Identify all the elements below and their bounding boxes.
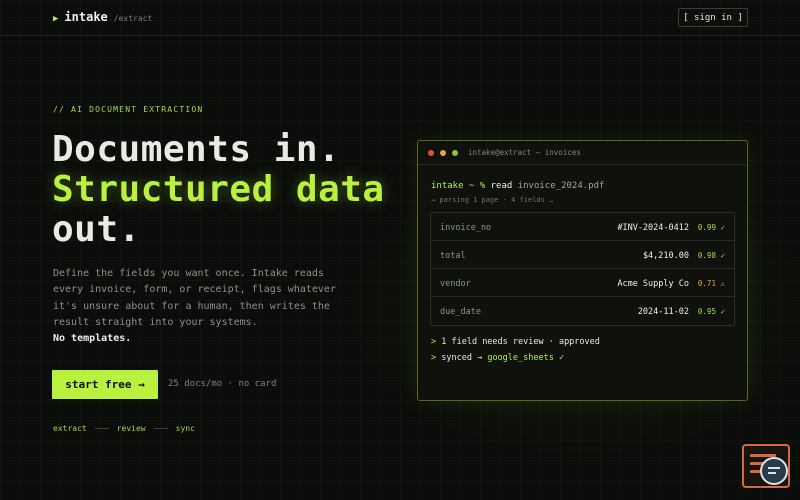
step-extract: extract (53, 424, 87, 433)
table-row: invoice_no #INV-2024-0412 0.99 ✓ (431, 213, 734, 241)
eyebrow-label: // AI DOCUMENT EXTRACTION (53, 105, 204, 114)
headline-line-2: Structured data (52, 169, 385, 210)
step-review: review (116, 424, 146, 433)
headline-line-1: Documents in. (52, 129, 341, 170)
badge-line (768, 472, 776, 474)
field-value: #INV-2024-0412 (617, 223, 689, 233)
start-free-button[interactable]: start free → (52, 370, 158, 399)
field-value: $4,210.00 (642, 251, 689, 261)
sign-in-button[interactable]: [ sign in ] (678, 8, 748, 27)
field-value: 2024-11-02 (637, 307, 689, 317)
step-divider (153, 428, 168, 429)
search-assistant-icon[interactable] (760, 457, 788, 485)
table-row: total $4,210.00 0.98 ✓ (431, 241, 734, 269)
minimize-dot-icon (440, 150, 446, 156)
log-line-review: > 1 field needs review · approved (431, 337, 600, 347)
terminal-prompt: intake ~ % (431, 181, 486, 191)
top-bar: ▶ intake /extract [ sign in ] (0, 0, 800, 36)
brand-subtitle: /extract (113, 14, 153, 23)
maximize-dot-icon (452, 150, 458, 156)
log-text: 1 field needs review · approved (441, 337, 600, 347)
brand[interactable]: ▶ intake /extract (53, 10, 152, 24)
log-caret-icon: > (431, 353, 437, 363)
step-sync: sync (175, 424, 195, 433)
parsing-status: → parsing 1 page · 4 fields … (431, 196, 554, 204)
terminal-window: intake@extract — invoices intake ~ % rea… (417, 140, 748, 401)
table-row: vendor Acme Supply Co 0.71 ⚠ (431, 269, 734, 297)
extracted-fields-table: invoice_no #INV-2024-0412 0.99 ✓ total $… (430, 212, 735, 326)
caret-icon: ▶ (53, 14, 59, 24)
table-row: due_date 2024-11-02 0.95 ✓ (431, 297, 734, 325)
field-value: Acme Supply Co (617, 279, 689, 289)
cta-note: 25 docs/mo · no card (168, 379, 277, 389)
confidence-badge: 0.71 ⚠ (697, 279, 725, 288)
description-text: Define the fields you want once. Intake … (53, 268, 336, 328)
field-key: vendor (440, 279, 471, 289)
confidence-badge: 0.99 ✓ (697, 223, 725, 232)
close-dot-icon (428, 150, 434, 156)
command-verb: read (490, 181, 513, 191)
terminal-titlebar: intake@extract — invoices (418, 141, 747, 165)
terminal-command: intake ~ % read invoice_2024.pdf (431, 181, 604, 191)
log-caret-icon: > (431, 337, 437, 347)
confidence-badge: 0.98 ✓ (697, 251, 725, 260)
terminal-title: intake@extract — invoices (468, 148, 581, 157)
description-emphasis: No templates. (53, 333, 132, 345)
process-steps: extract review sync (53, 424, 195, 433)
field-key: total (440, 251, 466, 261)
confidence-badge: 0.95 ✓ (697, 307, 725, 316)
sync-target: google_sheets ✓ (487, 353, 565, 363)
brand-name: intake (64, 10, 108, 24)
log-line-sync: > synced → google_sheets ✓ (431, 353, 564, 363)
hero-description: Define the fields you want once. Intake … (53, 266, 353, 347)
log-text: synced → (441, 353, 483, 363)
badge-line (768, 467, 780, 469)
field-key: invoice_no (440, 223, 492, 233)
field-key: due_date (440, 307, 481, 317)
step-divider (94, 428, 109, 429)
command-argument: invoice_2024.pdf (517, 181, 605, 191)
page-title: Documents in. Structured data out. (52, 130, 385, 250)
headline-line-3: out. (52, 209, 141, 250)
